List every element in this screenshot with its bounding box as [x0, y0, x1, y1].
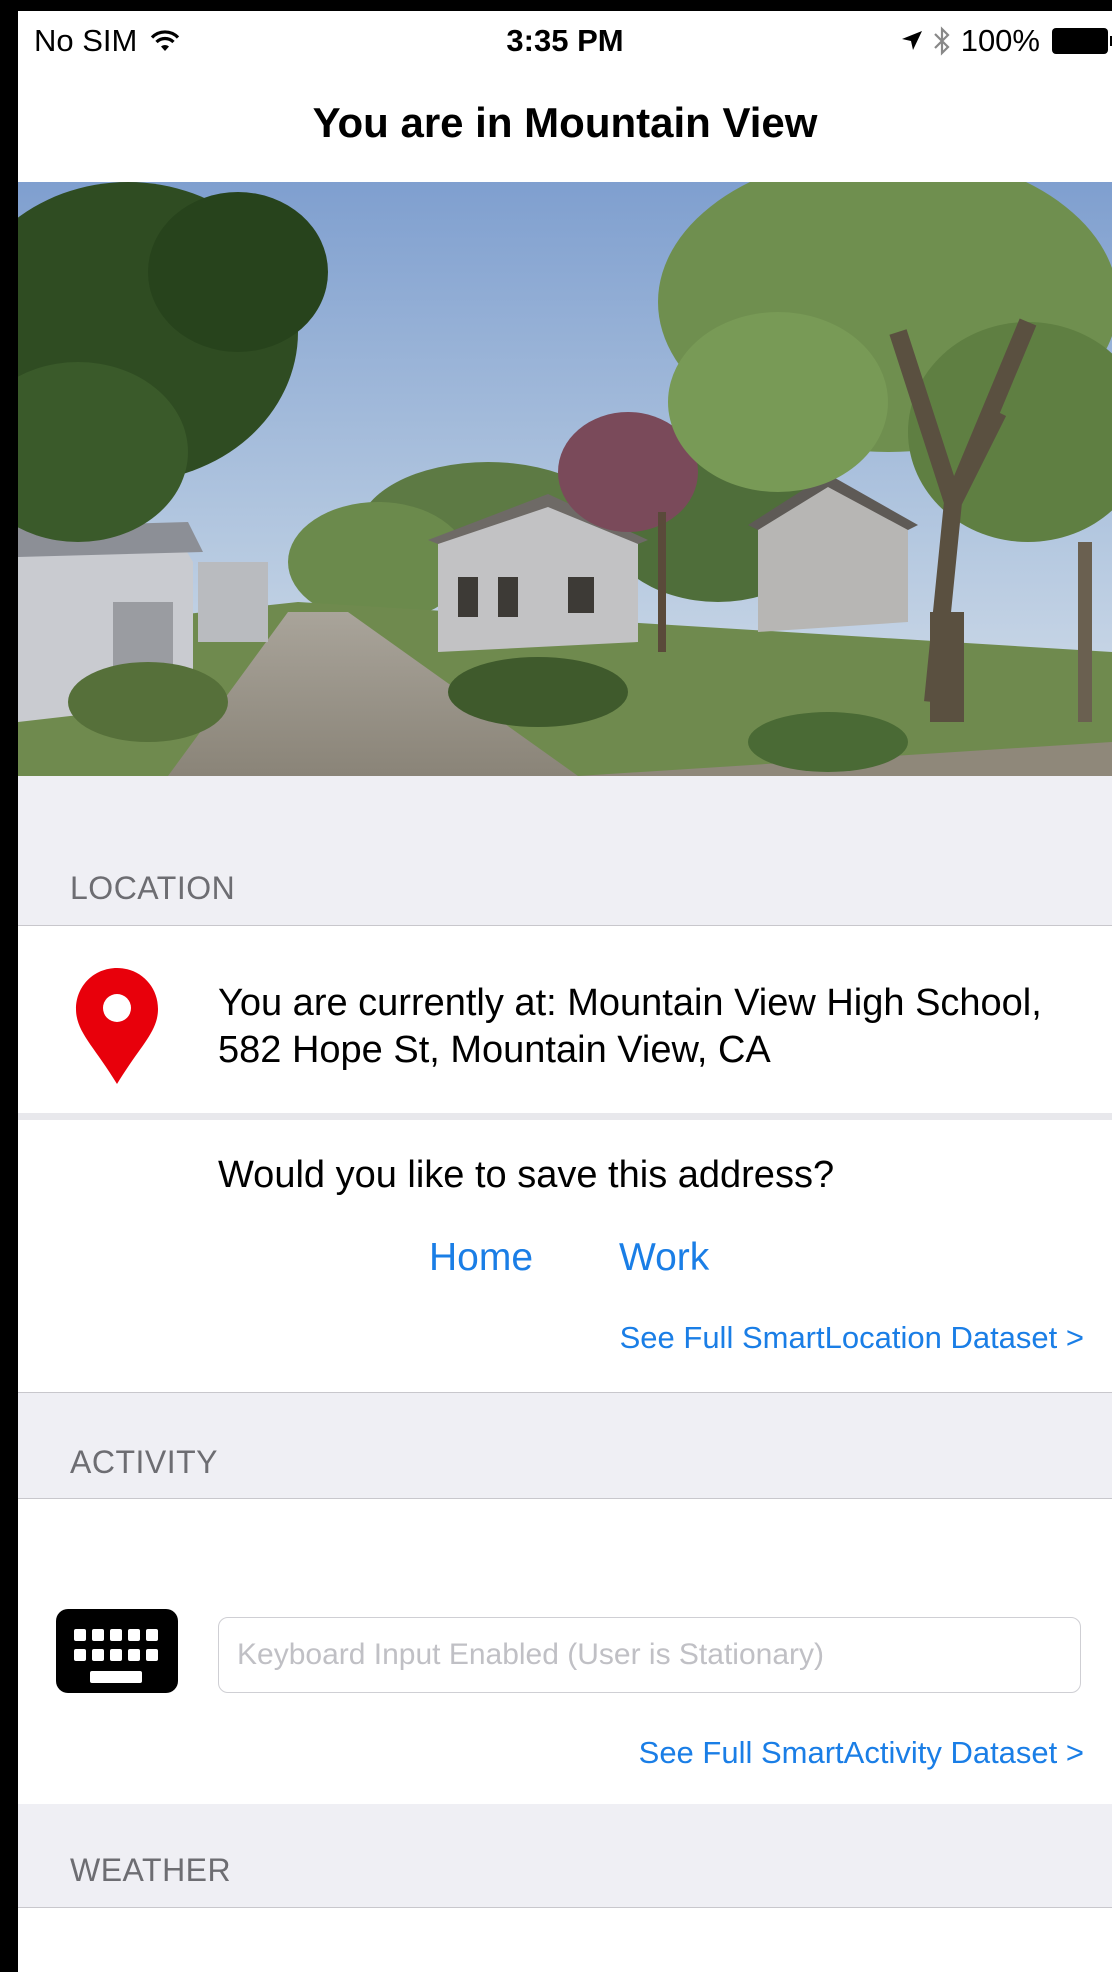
- street-view-photo: [18, 182, 1112, 776]
- keyboard-input-field[interactable]: [218, 1617, 1081, 1693]
- current-location-row: You are currently at: Mountain View High…: [18, 925, 1112, 1116]
- activity-section-header: ACTIVITY: [18, 1392, 1112, 1499]
- app-screen: No SIM 3:35 PM 100% You are in Mountain …: [0, 0, 1112, 1972]
- smartlocation-dataset-link[interactable]: See Full SmartLocation Dataset >: [620, 1320, 1084, 1356]
- battery-percent: 100%: [960, 23, 1040, 58]
- navigation-bar: You are in Mountain View: [18, 69, 1112, 183]
- save-address-prompt: Would you like to save this address?: [218, 1154, 835, 1196]
- status-bar: No SIM 3:35 PM 100%: [18, 11, 1112, 69]
- activity-header-label: ACTIVITY: [70, 1444, 219, 1480]
- location-section-header: LOCATION: [18, 776, 1112, 925]
- status-right: 100%: [901, 23, 1112, 59]
- bluetooth-icon: [933, 26, 950, 56]
- save-work-button[interactable]: Work: [619, 1236, 709, 1280]
- weather-header-label: WEATHER: [70, 1852, 232, 1888]
- smartactivity-dataset-link[interactable]: See Full SmartActivity Dataset >: [639, 1735, 1084, 1771]
- activity-row: See Full SmartActivity Dataset >: [18, 1498, 1112, 1806]
- frame-edge-left: [0, 0, 18, 1972]
- save-address-row: Would you like to save this address? Hom…: [18, 1120, 1112, 1392]
- location-arrow-icon: [901, 31, 922, 50]
- weather-section-header: WEATHER: [18, 1804, 1112, 1907]
- keyboard-icon: [56, 1609, 178, 1693]
- battery-icon: [1052, 28, 1112, 54]
- frame-edge-top: [0, 0, 1112, 11]
- current-location-text: You are currently at: Mountain View High…: [218, 982, 1042, 1071]
- page-title: You are in Mountain View: [312, 99, 818, 146]
- weather-row: [18, 1907, 1112, 1972]
- save-home-button[interactable]: Home: [429, 1236, 533, 1280]
- location-header-label: LOCATION: [70, 870, 236, 906]
- row-divider: [18, 1113, 1112, 1120]
- map-pin-icon: [76, 968, 158, 1084]
